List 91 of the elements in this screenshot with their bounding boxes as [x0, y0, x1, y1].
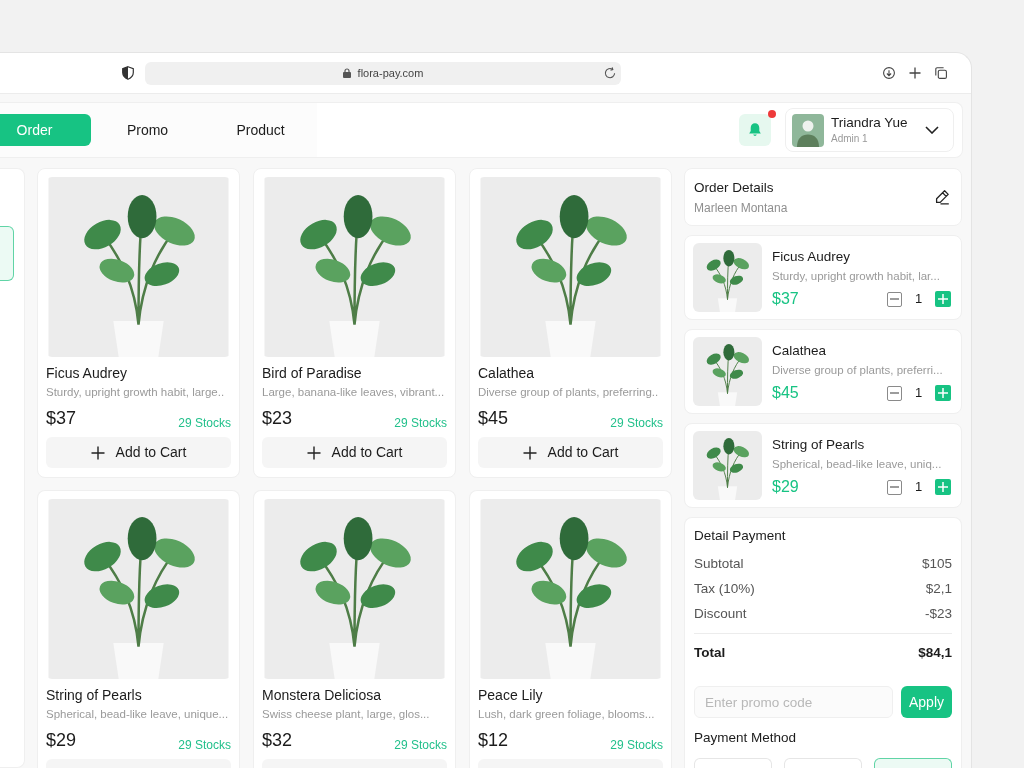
payment-value: $105 [921, 555, 952, 574]
product-description: Sturdy, upright growth habit, large.. [46, 385, 226, 400]
product-price: $29 [46, 729, 77, 751]
product-description: Lush, dark green foliage, blooms... [478, 707, 656, 722]
product-name: Calathea [478, 364, 536, 382]
item-description: Diverse group of plants, preferri... [772, 363, 944, 378]
notification-button[interactable] [739, 114, 771, 146]
decrease-button[interactable] [887, 291, 902, 307]
url-text: flora-pay.com [357, 66, 424, 80]
quantity-value: 1 [913, 385, 924, 401]
product-description: Diverse group of plants, preferring.. [478, 385, 660, 400]
payment-value: $2,1 [925, 580, 952, 599]
add-to-cart-button[interactable]: Add to Cart [262, 437, 447, 468]
stock-count: 29 Stocks [178, 415, 231, 431]
item-price: $45 [772, 383, 799, 403]
minus-icon [890, 298, 899, 300]
total-label: Total [694, 644, 726, 663]
product-price: $45 [478, 407, 509, 429]
item-description: Sturdy, upright growth habit, lar... [772, 269, 941, 284]
decrease-button[interactable] [887, 479, 902, 495]
stock-count: 29 Stocks [394, 737, 447, 753]
product-name: Monstera Deliciosa [262, 686, 383, 704]
section-title: Payment Method [694, 729, 798, 746]
payment-label: Discount [694, 605, 747, 624]
decrease-button[interactable] [887, 385, 902, 401]
pencil-icon [934, 189, 950, 205]
add-to-cart-button[interactable]: Add to Cart [46, 437, 231, 468]
product-name: Peace Lily [478, 686, 544, 704]
section-title: Detail Payment [694, 527, 787, 544]
edit-button[interactable] [934, 189, 950, 205]
item-description: Spherical, bead-like leave, uniq... [772, 457, 943, 472]
minus-icon [890, 392, 899, 394]
product-name: Ficus Audrey [46, 364, 128, 382]
plus-icon [306, 445, 321, 460]
bell-icon [747, 122, 763, 138]
category-tile[interactable] [0, 226, 14, 281]
nav-tab[interactable]: Product [204, 114, 317, 146]
download-icon[interactable] [883, 67, 895, 79]
product-description: Spherical, bead-like leave, unique... [46, 707, 230, 722]
plus-icon [90, 445, 105, 460]
increase-button[interactable] [935, 385, 951, 401]
quantity-value: 1 [913, 479, 924, 495]
minus-icon [890, 486, 899, 488]
plus-icon [938, 482, 948, 492]
plus-icon[interactable] [909, 67, 921, 79]
stock-count: 29 Stocks [610, 737, 663, 753]
stock-count: 29 Stocks [178, 737, 231, 753]
product-price: $32 [262, 729, 293, 751]
plus-icon [938, 388, 948, 398]
item-price: $29 [772, 477, 799, 497]
payment-label: Tax (10%) [694, 580, 755, 599]
item-name: Ficus Audrey [772, 248, 852, 265]
product-name: String of Pearls [46, 686, 143, 704]
product-price: $23 [262, 407, 293, 429]
payment-value: -$23 [924, 605, 952, 624]
quantity-value: 1 [913, 291, 924, 307]
product-price: $12 [478, 729, 509, 751]
chevron-down-icon [925, 126, 939, 134]
tabs-icon[interactable] [935, 67, 947, 79]
user-menu-button[interactable]: Triandra Yue Admin 1 [785, 108, 954, 152]
increase-button[interactable] [935, 479, 951, 495]
payment-method-tile[interactable] [874, 758, 952, 768]
plus-icon [938, 294, 948, 304]
plant-photo-drawing [693, 337, 762, 406]
product-description: Large, banana-like leaves, vibrant... [262, 385, 446, 400]
user-role: Admin 1 [831, 133, 869, 145]
customer-name: Marleen Montana [694, 200, 788, 216]
promo-code-field[interactable]: Enter promo code [694, 686, 893, 718]
product-description: Swiss cheese plant, large, glos... [262, 707, 431, 722]
item-price: $37 [772, 289, 799, 309]
reload-icon[interactable] [604, 67, 616, 79]
lock-icon [342, 68, 351, 78]
add-to-cart-button[interactable]: Add to Cart [478, 437, 663, 468]
product-price: $37 [46, 407, 77, 429]
stock-count: 29 Stocks [394, 415, 447, 431]
section-title: Order Details [694, 178, 775, 196]
total-value: $84,1 [918, 644, 952, 663]
user-name: Triandra Yue [831, 115, 908, 131]
plant-photo-drawing [693, 243, 762, 312]
plus-icon [522, 445, 537, 460]
item-name: Calathea [772, 342, 828, 359]
item-name: String of Pearls [772, 436, 866, 453]
nav-tab[interactable]: Promo [91, 114, 204, 146]
plant-photo-drawing [693, 431, 762, 500]
avatar-icon [792, 113, 824, 147]
product-name: Bird of Paradise [262, 364, 363, 382]
shield-icon[interactable] [122, 66, 134, 80]
payment-label: Subtotal [694, 555, 744, 574]
stock-count: 29 Stocks [610, 415, 663, 431]
address-bar[interactable]: flora-pay.com [145, 61, 621, 85]
increase-button[interactable] [935, 291, 951, 307]
